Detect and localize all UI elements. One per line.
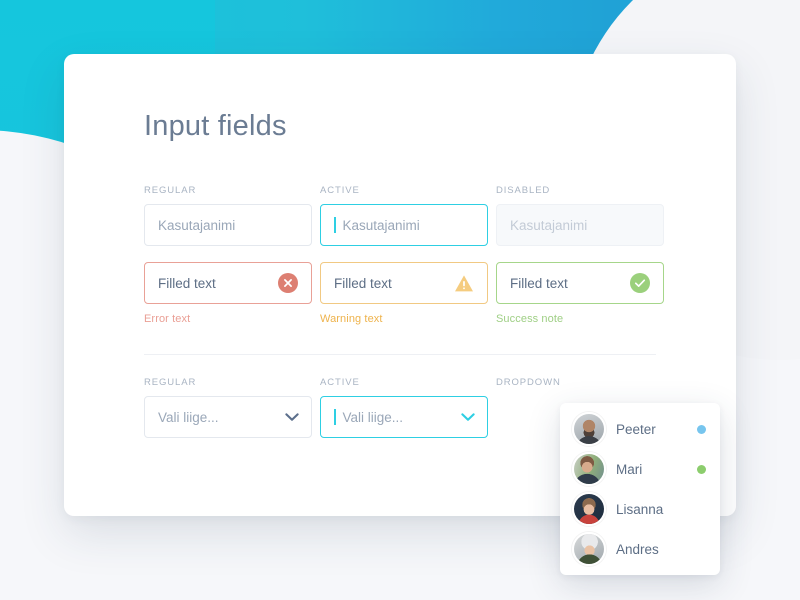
label-regular: REGULAR <box>144 185 197 196</box>
avatar <box>572 412 606 446</box>
page-title: Input fields <box>144 110 287 142</box>
field-regular-text: REGULAR Kasutajanimi <box>144 185 320 246</box>
label-disabled: DISABLED <box>496 185 551 196</box>
field-warning: Filled text Warning text <box>320 262 496 325</box>
success-check-icon <box>630 273 650 293</box>
row-validation-states: Filled text Error text Filled text Warni… <box>144 262 736 325</box>
list-item[interactable]: Peeter <box>560 409 720 449</box>
error-circle-icon <box>278 273 298 293</box>
list-item-name: Peeter <box>616 421 656 437</box>
input-active[interactable]: Kasutajanimi <box>320 204 488 246</box>
section-divider <box>144 354 656 355</box>
input-disabled: Kasutajanimi <box>496 204 664 246</box>
content-card: Input fields REGULAR Kasutajanimi ACTIVE… <box>64 54 736 575</box>
input-error[interactable]: Filled text <box>144 262 312 304</box>
helper-error: Error text <box>144 313 191 325</box>
field-select-active: ACTIVE Vali liige... <box>320 377 496 438</box>
input-warning-value: Filled text <box>334 275 392 291</box>
list-item-name: Mari <box>616 461 643 477</box>
avatar <box>572 452 606 486</box>
screenshot-stage: Input fields REGULAR Kasutajanimi ACTIVE… <box>0 0 800 600</box>
status-dot <box>697 545 706 554</box>
field-error: Filled text Error text <box>144 262 320 325</box>
input-error-value: Filled text <box>158 275 216 291</box>
select-caret-icon <box>334 409 336 425</box>
avatar <box>572 492 606 526</box>
text-caret-icon <box>334 217 336 233</box>
warning-triangle-icon <box>454 273 474 293</box>
status-dot <box>697 424 706 434</box>
input-success-value: Filled text <box>510 275 568 291</box>
helper-success: Success note <box>496 313 564 325</box>
input-regular-placeholder: Kasutajanimi <box>158 217 236 233</box>
status-dot <box>697 464 706 474</box>
field-active-text: ACTIVE Kasutajanimi <box>320 185 496 246</box>
input-success[interactable]: Filled text <box>496 262 664 304</box>
status-dot <box>697 505 706 514</box>
label-dropdown: DROPDOWN <box>496 377 561 388</box>
chevron-down-icon[interactable] <box>285 410 299 424</box>
row-empty-states: REGULAR Kasutajanimi ACTIVE Kasutajanimi… <box>144 185 736 246</box>
list-item[interactable]: Andres <box>560 529 720 569</box>
list-item-name: Lisanna <box>616 501 664 517</box>
helper-warning: Warning text <box>320 313 383 325</box>
row-selects: REGULAR Vali liige... ACTIVE Vali liige.… <box>144 377 736 575</box>
select-active[interactable]: Vali liige... <box>320 396 488 438</box>
label-select-active: ACTIVE <box>320 377 360 388</box>
list-item[interactable]: Lisanna <box>560 489 720 529</box>
field-select-regular: REGULAR Vali liige... <box>144 377 320 438</box>
field-success: Filled text Success note <box>496 262 672 325</box>
input-active-placeholder: Kasutajanimi <box>342 217 420 233</box>
input-warning[interactable]: Filled text <box>320 262 488 304</box>
input-regular[interactable]: Kasutajanimi <box>144 204 312 246</box>
dropdown-menu[interactable]: Peeter Mari Lisanna Andres <box>560 403 720 575</box>
card-inner: Input fields REGULAR Kasutajanimi ACTIVE… <box>144 110 736 575</box>
select-regular-placeholder: Vali liige... <box>158 409 219 425</box>
select-active-placeholder: Vali liige... <box>342 409 404 425</box>
chevron-down-icon-active[interactable] <box>461 410 475 424</box>
input-disabled-placeholder: Kasutajanimi <box>510 217 588 233</box>
select-regular[interactable]: Vali liige... <box>144 396 312 438</box>
avatar <box>572 532 606 566</box>
list-item[interactable]: Mari <box>560 449 720 489</box>
field-disabled-text: DISABLED Kasutajanimi <box>496 185 672 246</box>
list-item-name: Andres <box>616 541 659 557</box>
label-select-regular: REGULAR <box>144 377 197 388</box>
label-active: ACTIVE <box>320 185 360 196</box>
